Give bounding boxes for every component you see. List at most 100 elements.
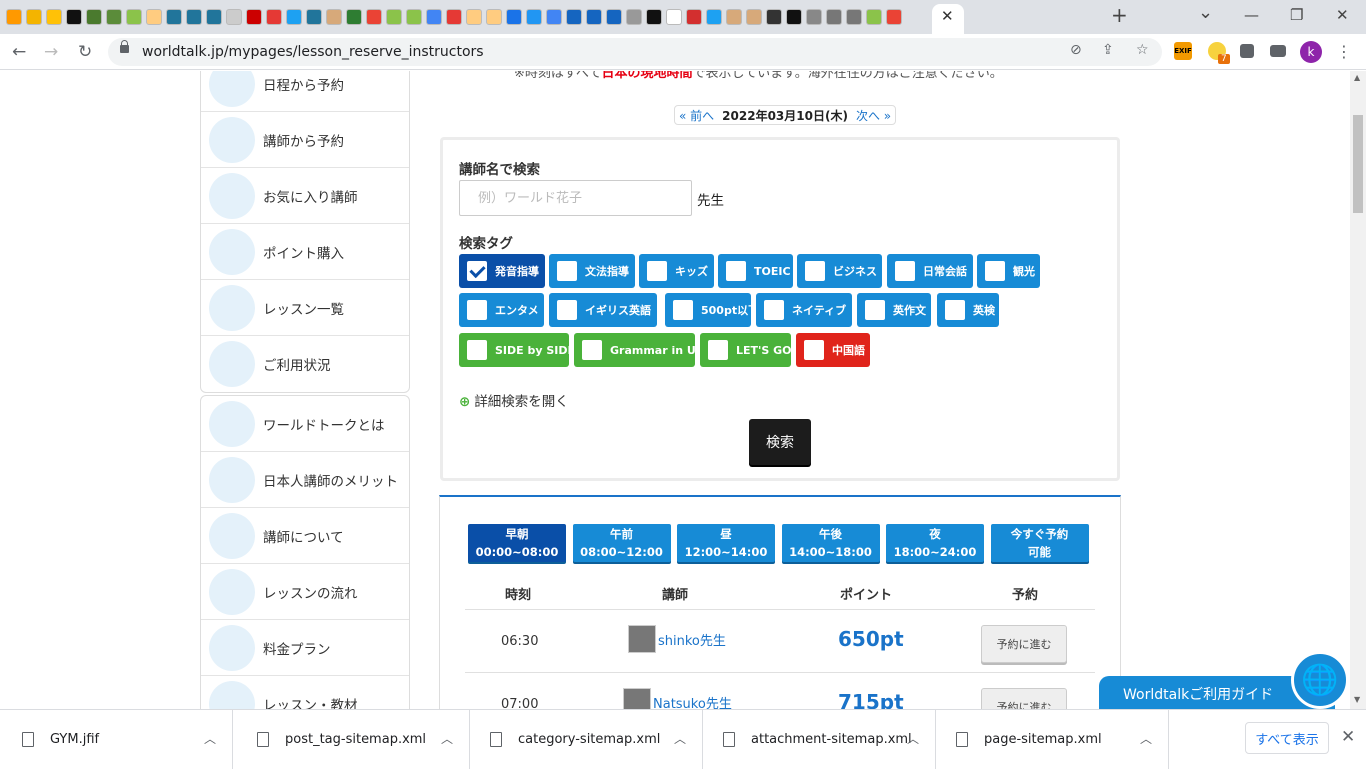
tab-favicon-icon[interactable] xyxy=(706,9,722,25)
sidebar-item[interactable]: お気に入り講師 xyxy=(201,168,409,224)
search-tag-checkbox[interactable]: LET'S GO xyxy=(700,333,792,367)
checkbox-icon[interactable] xyxy=(647,261,667,281)
pinned-tab-favicons[interactable] xyxy=(6,9,926,25)
tab-favicon-icon[interactable] xyxy=(206,9,222,25)
search-tag-checkbox[interactable]: イギリス英語 xyxy=(549,293,657,327)
search-tag-checkbox[interactable]: ビジネス xyxy=(797,254,882,288)
checkbox-icon[interactable] xyxy=(557,300,577,320)
tab-favicon-icon[interactable] xyxy=(566,9,582,25)
checkbox-icon[interactable] xyxy=(865,300,885,320)
next-date-link[interactable]: 次へ » xyxy=(856,107,891,124)
tab-favicon-icon[interactable] xyxy=(126,9,142,25)
instructor-link[interactable]: Natsuko先生 xyxy=(623,688,732,709)
search-tag-checkbox[interactable]: 英作文 xyxy=(857,293,931,327)
tab-favicon-icon[interactable] xyxy=(786,9,802,25)
sidebar-item[interactable]: レッスン一覧 xyxy=(201,280,409,336)
tab-favicon-icon[interactable] xyxy=(726,9,742,25)
sidebar-item[interactable]: 日本人講師のメリット xyxy=(201,452,409,508)
sidebar-item[interactable]: 料金プラン xyxy=(201,620,409,676)
tab-favicon-icon[interactable] xyxy=(386,9,402,25)
reserve-button[interactable]: 予約に進む xyxy=(981,625,1067,663)
checkbox-icon[interactable] xyxy=(985,261,1005,281)
checkbox-icon[interactable] xyxy=(673,300,693,320)
instructor-name-input[interactable] xyxy=(459,180,692,216)
tab-favicon-icon[interactable] xyxy=(186,9,202,25)
tab-favicon-icon[interactable] xyxy=(266,9,282,25)
download-item[interactable]: page-sitemap.xml ︿ xyxy=(936,710,1169,769)
tab-favicon-icon[interactable] xyxy=(546,9,562,25)
page-scrollbar[interactable]: ▲ ▼ xyxy=(1350,71,1366,709)
scroll-up-arrow-icon[interactable]: ▲ xyxy=(1354,73,1360,82)
search-tag-checkbox[interactable]: キッズ xyxy=(639,254,714,288)
instructor-avatar[interactable] xyxy=(623,688,651,709)
time-range-tab[interactable]: 昼 12:00~14:00 xyxy=(677,524,775,562)
chevron-up-icon[interactable]: ︿ xyxy=(204,730,216,747)
search-tag-checkbox[interactable]: エンタメ xyxy=(459,293,544,327)
tab-favicon-icon[interactable] xyxy=(366,9,382,25)
tab-favicon-icon[interactable] xyxy=(166,9,182,25)
download-item[interactable]: GYM.jfif ︿ xyxy=(0,710,233,769)
checkbox-icon[interactable] xyxy=(582,340,602,360)
scrollbar-thumb[interactable] xyxy=(1353,115,1363,213)
scroll-down-arrow-icon[interactable]: ▼ xyxy=(1354,695,1360,704)
tab-favicon-icon[interactable] xyxy=(846,9,862,25)
tab-favicon-icon[interactable] xyxy=(46,9,62,25)
search-tag-checkbox[interactable]: ネイティブ xyxy=(756,293,852,327)
download-filename[interactable]: page-sitemap.xml xyxy=(984,732,1102,747)
tab-favicon-icon[interactable] xyxy=(106,9,122,25)
tab-favicon-icon[interactable] xyxy=(886,9,902,25)
tab-favicon-icon[interactable] xyxy=(746,9,762,25)
download-item[interactable]: attachment-sitemap.xml ︿ xyxy=(703,710,936,769)
search-button[interactable]: 検索 xyxy=(749,419,811,465)
tab-favicon-icon[interactable] xyxy=(586,9,602,25)
chevron-up-icon[interactable]: ︿ xyxy=(441,730,453,747)
sidebar-item[interactable]: 日程から予約 xyxy=(201,71,409,112)
instructor-name[interactable]: Natsuko先生 xyxy=(653,693,732,710)
tab-favicon-icon[interactable] xyxy=(306,9,322,25)
prev-date-link[interactable]: « 前へ xyxy=(679,107,714,124)
checkbox-icon[interactable] xyxy=(764,300,784,320)
url-text[interactable]: worldtalk.jp/mypages/lesson_reserve_inst… xyxy=(142,44,484,60)
show-all-downloads-button[interactable]: すべて表示 xyxy=(1245,722,1329,754)
bookmark-star-icon[interactable]: ☆ xyxy=(1136,42,1149,58)
tab-favicon-icon[interactable] xyxy=(526,9,542,25)
download-filename[interactable]: post_tag-sitemap.xml xyxy=(285,732,426,747)
instructor-avatar[interactable] xyxy=(628,625,656,653)
tab-favicon-icon[interactable] xyxy=(146,9,162,25)
download-item[interactable]: post_tag-sitemap.xml ︿ xyxy=(237,710,470,769)
chevron-up-icon[interactable]: ︿ xyxy=(1140,730,1152,747)
time-range-tab[interactable]: 午前 08:00~12:00 xyxy=(572,524,671,562)
checkbox-icon[interactable] xyxy=(467,340,487,360)
sidebar-item[interactable]: ポイント購入 xyxy=(201,224,409,280)
exif-extension-icon[interactable]: EXIF xyxy=(1174,42,1192,60)
minimize-button[interactable]: — xyxy=(1244,6,1259,24)
profile-avatar[interactable]: k xyxy=(1300,41,1322,63)
checkbox-icon[interactable] xyxy=(945,300,965,320)
tab-favicon-icon[interactable] xyxy=(286,9,302,25)
sidebar-item[interactable]: ワールドトークとは xyxy=(201,396,409,452)
tab-favicon-icon[interactable] xyxy=(426,9,442,25)
new-tab-button[interactable]: + xyxy=(1111,3,1128,27)
search-tag-checkbox[interactable]: 英検 xyxy=(937,293,999,327)
window-close-button[interactable]: ✕ xyxy=(1336,6,1349,24)
tab-favicon-icon[interactable] xyxy=(626,9,642,25)
tab-favicon-icon[interactable] xyxy=(446,9,462,25)
lock-icon[interactable] xyxy=(120,40,129,53)
instructor-name[interactable]: shinko先生 xyxy=(658,630,726,649)
reserve-button[interactable]: 予約に進む xyxy=(981,688,1067,709)
tab-favicon-icon[interactable] xyxy=(646,9,662,25)
checkbox-icon[interactable] xyxy=(726,261,746,281)
tab-favicon-icon[interactable] xyxy=(606,9,622,25)
download-filename[interactable]: attachment-sitemap.xml xyxy=(751,732,912,747)
tab-search-icon[interactable]: ⌄ xyxy=(1198,2,1213,23)
checkbox-icon[interactable] xyxy=(804,340,824,360)
search-tag-checkbox[interactable]: 発音指導 xyxy=(459,254,545,288)
media-control-icon[interactable] xyxy=(1270,45,1286,57)
tab-favicon-icon[interactable] xyxy=(326,9,342,25)
chevron-up-icon[interactable]: ︿ xyxy=(674,730,686,747)
restore-button[interactable]: ❐ xyxy=(1290,6,1303,24)
tab-favicon-icon[interactable] xyxy=(66,9,82,25)
checkbox-icon[interactable] xyxy=(557,261,577,281)
search-tag-checkbox[interactable]: TOEIC xyxy=(718,254,793,288)
download-filename[interactable]: category-sitemap.xml xyxy=(518,732,660,747)
